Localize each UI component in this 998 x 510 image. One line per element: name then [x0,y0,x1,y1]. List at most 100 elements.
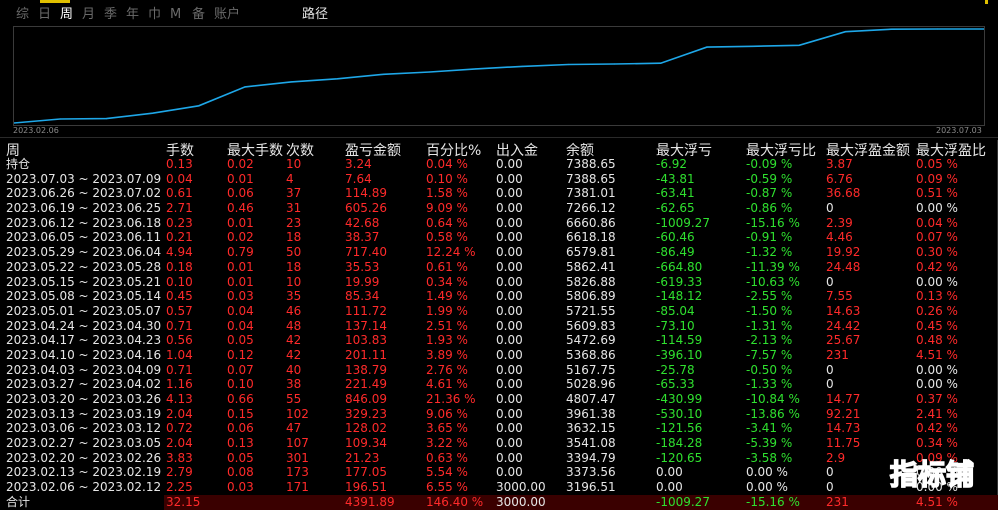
table-row[interactable]: 2023.02.20 ~ 2023.02.26 3.83 0.05 301 21.23 0… [0,451,998,466]
table-row[interactable]: 2023.04.03 ~ 2023.04.09 0.71 0.07 40 138.79 2… [0,363,998,378]
table-row[interactable]: 2023.03.13 ~ 2023.03.19 2.04 0.15 102 329.23… [0,407,998,422]
col-header-count[interactable]: 次数 [286,140,314,159]
col-header-max-fp[interactable]: 最大浮盈金额 [826,140,910,159]
tab-0[interactable]: 综 [16,7,29,23]
table-row[interactable]: 2023.02.13 ~ 2023.02.19 2.79 0.08 173 177.05… [0,465,998,480]
cell-max-fp-pct: 0.42 % [916,421,958,436]
balance-chart-svg [14,28,984,124]
cell-balance: 7381.01 [566,186,616,201]
cell-pct: 0.58 % [426,230,468,245]
cell-week: 2023.02.27 ~ 2023.03.05 [6,436,162,451]
table-row[interactable]: 2023.05.01 ~ 2023.05.07 0.57 0.04 46 111.72 1… [0,304,998,319]
col-header-max-lots[interactable]: 最大手数 [227,140,283,159]
cell-max-lots: 0.79 [227,245,254,260]
table-row[interactable]: 2023.02.06 ~ 2023.02.12 2.25 0.03 171 196.51… [0,480,998,495]
cell-max-lots: 0.06 [227,186,254,201]
cell-week: 2023.02.13 ~ 2023.02.19 [6,465,162,480]
cell-max-fp-pct: 0.05 % [916,157,958,171]
cell-pct: 21.36 % [426,392,476,406]
balance-line [14,28,984,124]
cell-max-dd-pct: -7.57 % [746,347,793,362]
cell-io: 0.00 [496,289,523,304]
cell-pct: 9.09 % [426,201,468,216]
cell-max-dd-pct: -11.39 % [746,259,800,274]
cell-max-dd: -73.10 [656,318,695,333]
cell-week: 2023.05.15 ~ 2023.05.21 [6,274,162,289]
cell-io: 0.00 [496,201,523,216]
tab-2[interactable]: 周 [60,7,73,23]
cell-balance: 5368.86 [566,347,616,362]
total-pnl: 4391.89 [345,494,395,509]
cell-max-dd: -25.78 [656,362,695,377]
cell-week: 2023.02.20 ~ 2023.02.26 [6,450,162,465]
table-row[interactable]: 2023.06.05 ~ 2023.06.11 0.21 0.02 18 38.37 0.… [0,230,998,245]
cell-max-dd: -85.04 [656,303,695,318]
cell-pnl: 19.99 [345,274,380,289]
table-row[interactable]: 2023.06.19 ~ 2023.06.25 2.71 0.46 31 605.26 9… [0,201,998,216]
cell-max-fp: 24.42 [826,318,861,333]
tab-4[interactable]: 季 [104,7,117,23]
cell-max-dd-pct: -0.59 % [746,171,793,186]
cell-max-fp: 36.68 [826,186,861,201]
table-row[interactable]: 2023.04.24 ~ 2023.04.30 0.71 0.04 48 137.14 2… [0,319,998,334]
col-header-lots[interactable]: 手数 [166,140,194,159]
toolbar-accent-right [985,0,988,4]
table-row[interactable]: 2023.04.17 ~ 2023.04.23 0.56 0.05 42 103.83 1… [0,333,998,348]
col-header-max-dd-pct[interactable]: 最大浮亏比 [746,140,816,159]
cell-pnl: 846.09 [345,392,387,406]
cell-lots: 2.25 [166,480,193,495]
balance-point-1 [59,118,61,120]
table-row[interactable]: 2023.02.27 ~ 2023.03.05 2.04 0.13 107 109.34… [0,436,998,451]
tab-3[interactable]: 月 [82,7,95,23]
cell-max-fp: 2.9 [826,450,846,465]
table-row[interactable]: 2023.04.10 ~ 2023.04.16 1.04 0.12 42 201.11 3… [0,348,998,363]
col-header-week[interactable]: 周 [6,140,20,159]
cell-pnl: 103.83 [345,333,387,348]
cell-balance: 6618.18 [566,230,616,245]
tab-9[interactable]: 账户 [214,7,240,23]
cell-pct: 0.04 % [426,157,468,171]
col-header-balance[interactable]: 余额 [566,140,594,159]
col-header-max-dd[interactable]: 最大浮亏 [656,140,712,159]
cell-pnl: 329.23 [345,406,387,421]
tab-6[interactable]: 巾 [148,7,161,23]
cell-count: 42 [286,333,302,348]
table-row[interactable]: 2023.03.27 ~ 2023.04.02 1.16 0.10 38 221.49 4… [0,377,998,392]
cell-lots: 0.61 [166,186,193,201]
cell-max-dd: -86.49 [656,245,695,260]
table-row[interactable]: 2023.05.08 ~ 2023.05.14 0.45 0.03 35 85.34 1.… [0,289,998,304]
col-header-pct[interactable]: 百分比% [426,140,481,159]
cell-max-fp: 92.21 [826,406,861,421]
watermark-logo: 指标铺 [889,457,975,492]
table-row[interactable]: 2023.05.29 ~ 2023.06.04 4.94 0.79 50 717.40 1… [0,245,998,260]
tab-8[interactable]: 备 [192,7,205,23]
cell-week: 2023.04.17 ~ 2023.04.23 [6,333,162,348]
tab-7[interactable]: M [170,7,181,23]
cell-max-fp: 0 [826,201,834,216]
toolbar-accent [40,0,70,3]
cell-io: 0.00 [496,333,523,348]
cell-pnl: 38.37 [345,230,380,245]
table-row[interactable]: 2023.06.12 ~ 2023.06.18 0.23 0.01 23 42.68 0.… [0,216,998,231]
table-row[interactable]: 2023.07.03 ~ 2023.07.09 0.04 0.01 4 7.64 0.10… [0,172,998,187]
table-row[interactable]: 2023.03.06 ~ 2023.03.12 0.72 0.06 47 128.02 3… [0,421,998,436]
table-row[interactable]: 2023.03.20 ~ 2023.03.26 4.13 0.66 55 846.09 2… [0,392,998,407]
cell-lots: 2.04 [166,436,193,451]
col-header-io[interactable]: 出入金 [496,140,538,159]
col-header-pnl[interactable]: 盈亏金额 [345,140,401,159]
cell-week: 2023.06.26 ~ 2023.07.02 [6,186,162,201]
table-row[interactable]: 2023.05.22 ~ 2023.05.28 0.18 0.01 18 35.53 0.… [0,260,998,275]
cell-io: 0.00 [496,171,523,186]
path-tab[interactable]: 路径 [302,7,328,23]
col-header-max-fp-pct[interactable]: 最大浮盈比 [916,140,986,159]
cell-max-lots: 0.01 [227,274,254,289]
tab-5[interactable]: 年 [126,7,139,23]
balance-chart [13,26,985,126]
cell-io: 0.00 [496,259,523,274]
table-row[interactable]: 2023.05.15 ~ 2023.05.21 0.10 0.01 10 19.99 0.… [0,275,998,290]
tab-1[interactable]: 日 [38,7,51,23]
table-row[interactable]: 持仓 0.13 0.02 10 3.24 0.04 % 0.00 7388.65 -6.92 -0… [0,157,998,172]
table-row[interactable]: 2023.06.26 ~ 2023.07.02 0.61 0.06 37 114.89 1… [0,186,998,201]
cell-max-dd-pct: -1.33 % [746,377,793,392]
cell-count: 38 [286,377,302,392]
